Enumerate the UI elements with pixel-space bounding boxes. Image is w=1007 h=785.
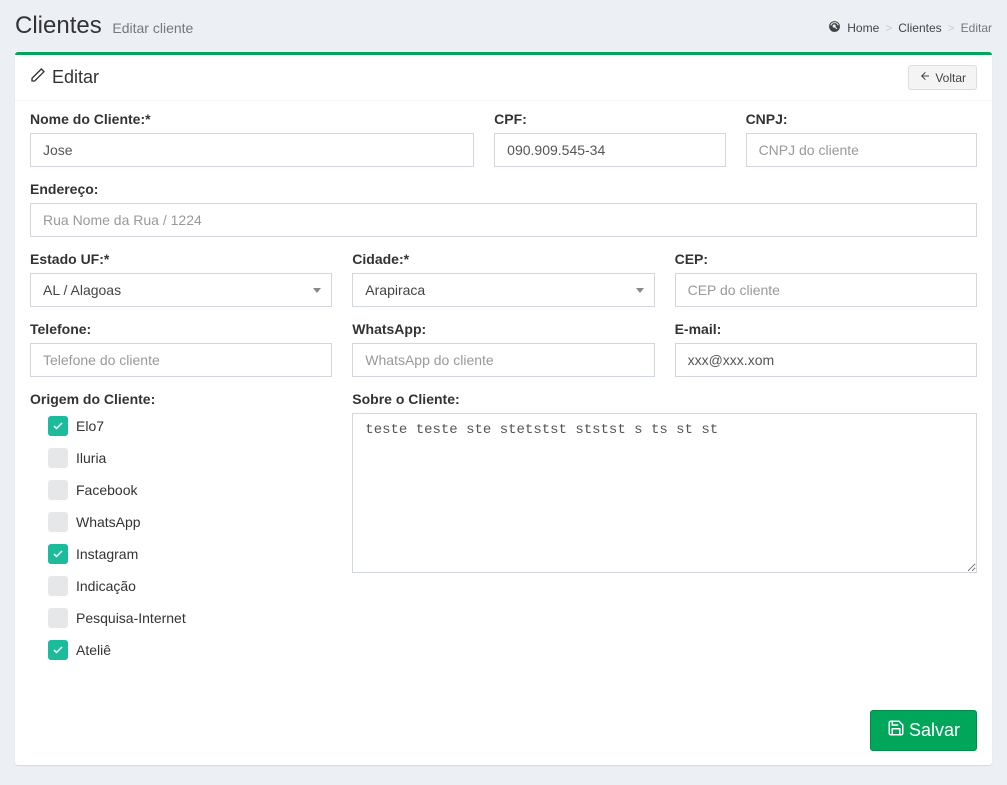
origem-option-label: Ateliê xyxy=(76,642,111,658)
email-label: E-mail: xyxy=(675,321,977,337)
origem-checkbox[interactable]: Elo7 xyxy=(30,413,332,439)
origem-option-label: Iluria xyxy=(76,450,106,466)
cnpj-label: CNPJ: xyxy=(746,111,977,127)
salvar-button[interactable]: Salvar xyxy=(870,710,977,751)
cep-input[interactable] xyxy=(675,273,977,307)
origem-option-label: Facebook xyxy=(76,482,137,498)
origem-checkbox[interactable]: Indicação xyxy=(30,573,332,599)
checkbox-icon xyxy=(48,448,68,468)
origem-checkbox[interactable]: Pesquisa-Internet xyxy=(30,605,332,631)
origem-checkbox[interactable]: WhatsApp xyxy=(30,509,332,535)
box-title-text: Editar xyxy=(52,67,99,88)
endereco-input[interactable] xyxy=(30,203,977,237)
cidade-select[interactable]: Arapiraca xyxy=(352,273,654,307)
origem-checkbox[interactable]: Facebook xyxy=(30,477,332,503)
origem-checkbox[interactable]: Instagram xyxy=(30,541,332,567)
origem-option-label: Elo7 xyxy=(76,418,104,434)
endereco-label: Endereço: xyxy=(30,181,977,197)
sobre-label: Sobre o Cliente: xyxy=(352,391,977,407)
telefone-label: Telefone: xyxy=(30,321,332,337)
save-icon xyxy=(887,719,905,742)
cpf-input[interactable] xyxy=(494,133,725,167)
origem-list: Elo7 Iluria Facebook WhatsApp Instagram Indic… xyxy=(30,413,332,663)
cnpj-input[interactable] xyxy=(746,133,977,167)
breadcrumb-editar: Editar xyxy=(961,21,992,35)
breadcrumb-sep: > xyxy=(885,21,892,35)
origem-option-label: WhatsApp xyxy=(76,514,141,530)
sobre-textarea[interactable] xyxy=(352,413,977,573)
back-icon xyxy=(919,70,931,85)
origem-checkbox[interactable]: Iluria xyxy=(30,445,332,471)
whatsapp-input[interactable] xyxy=(352,343,654,377)
checkbox-icon xyxy=(48,512,68,532)
breadcrumb-home[interactable]: Home xyxy=(847,21,879,35)
breadcrumb-sep: > xyxy=(948,21,955,35)
voltar-button[interactable]: Voltar xyxy=(908,65,977,90)
chevron-down-icon xyxy=(636,288,644,293)
checkbox-icon xyxy=(48,608,68,628)
breadcrumb-clientes[interactable]: Clientes xyxy=(898,21,941,35)
page-title-wrap: Clientes Editar cliente xyxy=(15,12,193,40)
chevron-down-icon xyxy=(313,288,321,293)
checkbox-icon xyxy=(48,640,68,660)
email-input[interactable] xyxy=(675,343,977,377)
uf-select[interactable]: AL / Alagoas xyxy=(30,273,332,307)
salvar-label: Salvar xyxy=(909,720,960,741)
origem-option-label: Pesquisa-Internet xyxy=(76,610,186,626)
origem-option-label: Indicação xyxy=(76,578,136,594)
origem-option-label: Instagram xyxy=(76,546,138,562)
nome-input[interactable] xyxy=(30,133,474,167)
page-title: Clientes xyxy=(15,12,102,39)
uf-value: AL / Alagoas xyxy=(43,282,121,298)
cpf-label: CPF: xyxy=(494,111,725,127)
dashboard-icon xyxy=(828,20,841,36)
cidade-label: Cidade:* xyxy=(352,251,654,267)
cep-label: CEP: xyxy=(675,251,977,267)
content-header: Clientes Editar cliente Home > Clientes … xyxy=(15,12,992,40)
voltar-label: Voltar xyxy=(935,71,966,85)
origem-label: Origem do Cliente: xyxy=(30,391,332,407)
nome-label: Nome do Cliente:* xyxy=(30,111,474,127)
page-subtitle: Editar cliente xyxy=(112,20,193,36)
origem-checkbox[interactable]: Ateliê xyxy=(30,637,332,663)
checkbox-icon xyxy=(48,480,68,500)
edit-icon xyxy=(30,67,46,88)
checkbox-icon xyxy=(48,576,68,596)
box-title: Editar xyxy=(30,67,99,88)
telefone-input[interactable] xyxy=(30,343,332,377)
cidade-value: Arapiraca xyxy=(365,282,425,298)
checkbox-icon xyxy=(48,416,68,436)
checkbox-icon xyxy=(48,544,68,564)
editar-box: Editar Voltar Nome do Cliente:* CPF: xyxy=(15,52,992,765)
uf-label: Estado UF:* xyxy=(30,251,332,267)
breadcrumb: Home > Clientes > Editar xyxy=(828,20,992,36)
whatsapp-label: WhatsApp: xyxy=(352,321,654,337)
